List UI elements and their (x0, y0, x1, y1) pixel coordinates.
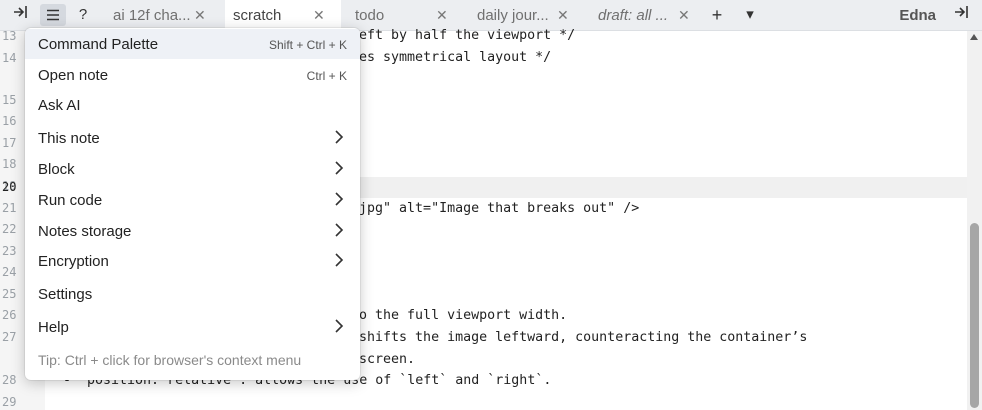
chevron-right-icon (335, 161, 344, 175)
main-menu: Command Palette Shift + Ctrl + K Open no… (25, 28, 360, 380)
tab-scratch[interactable]: scratch ✕ (225, 0, 341, 31)
code-line: he left by half the viewport */ (327, 28, 576, 43)
menu-item-settings[interactable]: Settings (25, 279, 360, 309)
menu-item-open-note[interactable]: Open note Ctrl + K (25, 60, 360, 90)
line-number: 23 (2, 244, 17, 258)
chevron-right-icon (335, 192, 344, 206)
menu-item-label: Block (38, 161, 75, 178)
line-number: 15 (2, 93, 17, 107)
line-number: 18 (2, 157, 17, 171)
menu-item-label: Help (38, 319, 69, 336)
line-number: 21 (2, 201, 17, 215)
line-number: 17 (2, 136, 17, 150)
line-number: 16 (2, 114, 17, 128)
line-number: 28 (2, 373, 17, 387)
tab-daily-journal[interactable]: daily jour... ✕ (463, 0, 578, 31)
tab-todo[interactable]: todo ✕ (341, 0, 457, 31)
scroll-up-arrow-icon[interactable] (970, 34, 978, 40)
tab-draft[interactable]: draft: all ... ✕ (584, 0, 699, 31)
scrollbar-thumb[interactable] (970, 223, 979, 408)
menu-item-shortcut: Ctrl + K (306, 69, 347, 83)
collapse-sidebar-icon[interactable] (12, 4, 30, 26)
menu-item-run-code[interactable]: Run code (25, 185, 360, 215)
chevron-right-icon (335, 223, 344, 237)
menu-item-label: Encryption (38, 253, 109, 270)
tab-title: daily jour... (477, 7, 549, 24)
current-line-number: 20 (2, 180, 17, 194)
menu-item-label: Settings (38, 286, 93, 303)
close-icon[interactable]: ✕ (194, 0, 206, 31)
menu-item-label: Ask AI (38, 97, 81, 114)
close-icon[interactable]: ✕ (436, 0, 448, 31)
line-number: 14 (2, 51, 17, 65)
tab-title: ai 12f cha... (113, 7, 191, 24)
code-line: h to the full viewport width. (335, 308, 568, 323)
line-number: 27 (2, 330, 17, 344)
line-number: 13 (2, 29, 17, 43)
menu-item-ask-ai[interactable]: Ask AI (25, 90, 360, 120)
line-number: 24 (2, 265, 17, 279)
code-line: ge.jpg" alt="Image that breaks out" /> (335, 201, 640, 216)
close-icon[interactable]: ✕ (313, 0, 325, 31)
line-number: 26 (2, 308, 17, 322)
tab-title: draft: all ... (598, 7, 669, 24)
code-line: nsures symmetrical layout */ (327, 50, 552, 65)
help-button[interactable]: ? (76, 4, 90, 26)
new-tab-button[interactable]: + (708, 4, 726, 26)
code-line: `: shifts the image leftward, counteract… (335, 330, 808, 345)
menu-item-label: This note (38, 130, 100, 147)
menu-item-block[interactable]: Block (25, 154, 360, 184)
menu-item-command-palette[interactable]: Command Palette Shift + Ctrl + K (25, 29, 360, 59)
menu-item-label: Notes storage (38, 223, 132, 240)
collapse-right-icon[interactable] (954, 4, 970, 26)
vertical-scrollbar[interactable] (967, 31, 982, 410)
line-number: 22 (2, 222, 17, 236)
close-icon[interactable]: ✕ (678, 0, 690, 31)
menu-item-shortcut: Shift + Ctrl + K (268, 38, 347, 52)
app-title: Edna (899, 7, 936, 24)
menu-item-notes-storage[interactable]: Notes storage (25, 216, 360, 246)
menu-item-label: Open note (38, 67, 109, 84)
tab-title: todo (355, 7, 385, 24)
menu-item-help[interactable]: Help (25, 312, 360, 342)
close-icon[interactable]: ✕ (557, 0, 569, 31)
chevron-right-icon (335, 319, 344, 333)
menu-item-label: Command Palette (38, 36, 159, 53)
line-number: 29 (2, 395, 17, 409)
chevron-right-icon (335, 253, 344, 267)
menu-item-label: Run code (38, 192, 103, 209)
tab-bar: ? ai 12f cha... ✕ scratch ✕ todo ✕ daily… (0, 0, 982, 31)
menu-item-encryption[interactable]: Encryption (25, 246, 360, 276)
tab-title: scratch (233, 7, 282, 24)
line-number: 25 (2, 287, 17, 301)
menu-item-this-note[interactable]: This note (25, 123, 360, 153)
chevron-right-icon (335, 130, 344, 144)
tab-list-dropdown-icon[interactable]: ▾ (740, 4, 760, 26)
menu-icon[interactable] (40, 4, 66, 26)
tab-ai-chat[interactable]: ai 12f cha... ✕ (100, 0, 215, 31)
menu-tip: Tip: Ctrl + click for browser's context … (38, 352, 302, 368)
